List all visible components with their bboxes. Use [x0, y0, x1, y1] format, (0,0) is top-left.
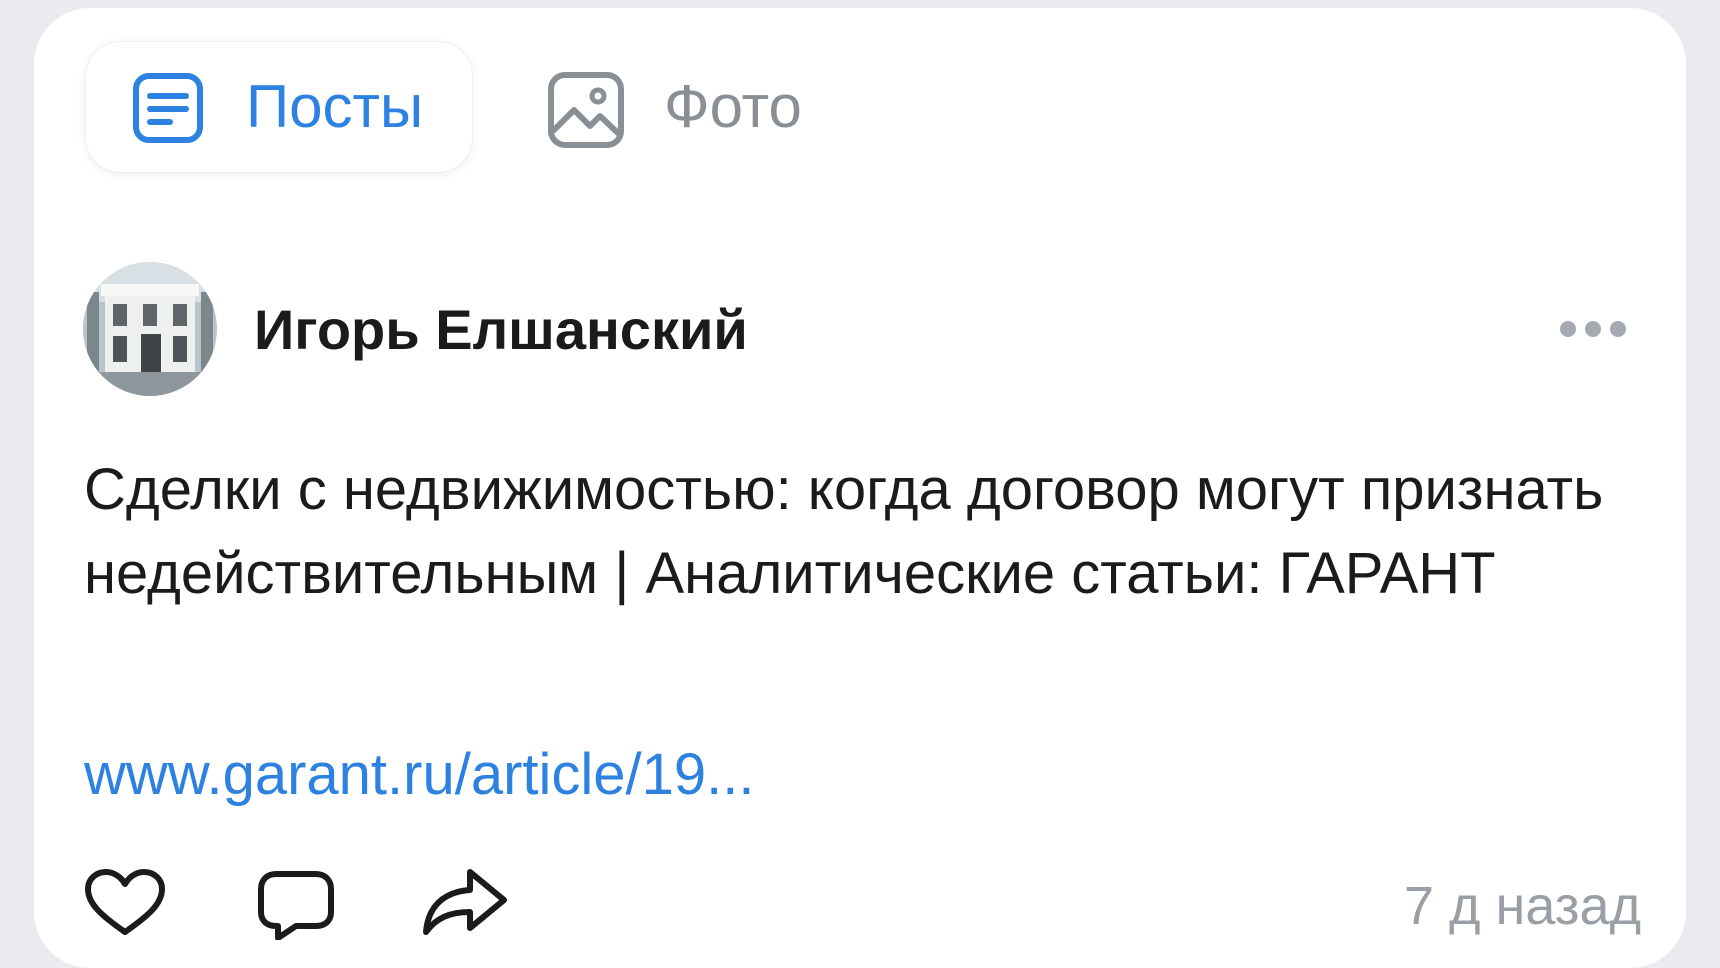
post-author-name[interactable]: Игорь Елшанский [254, 298, 748, 362]
tab-posts[interactable]: Посты [86, 42, 472, 172]
more-dots-icon[interactable] [1556, 316, 1630, 342]
comment-icon[interactable] [256, 868, 336, 945]
share-icon[interactable] [420, 866, 510, 943]
document-lines-icon [130, 70, 206, 151]
post-timestamp: 7 д назад [1404, 876, 1642, 936]
avatar[interactable] [83, 262, 217, 396]
tab-photos-label: Фото [664, 73, 802, 140]
image-icon [546, 70, 626, 155]
post-text: Сделки с недвижимостью: когда договор мо… [84, 457, 1604, 606]
tab-posts-label: Посты [246, 73, 424, 140]
post-link[interactable]: www.garant.ru/article/19... [84, 740, 755, 810]
